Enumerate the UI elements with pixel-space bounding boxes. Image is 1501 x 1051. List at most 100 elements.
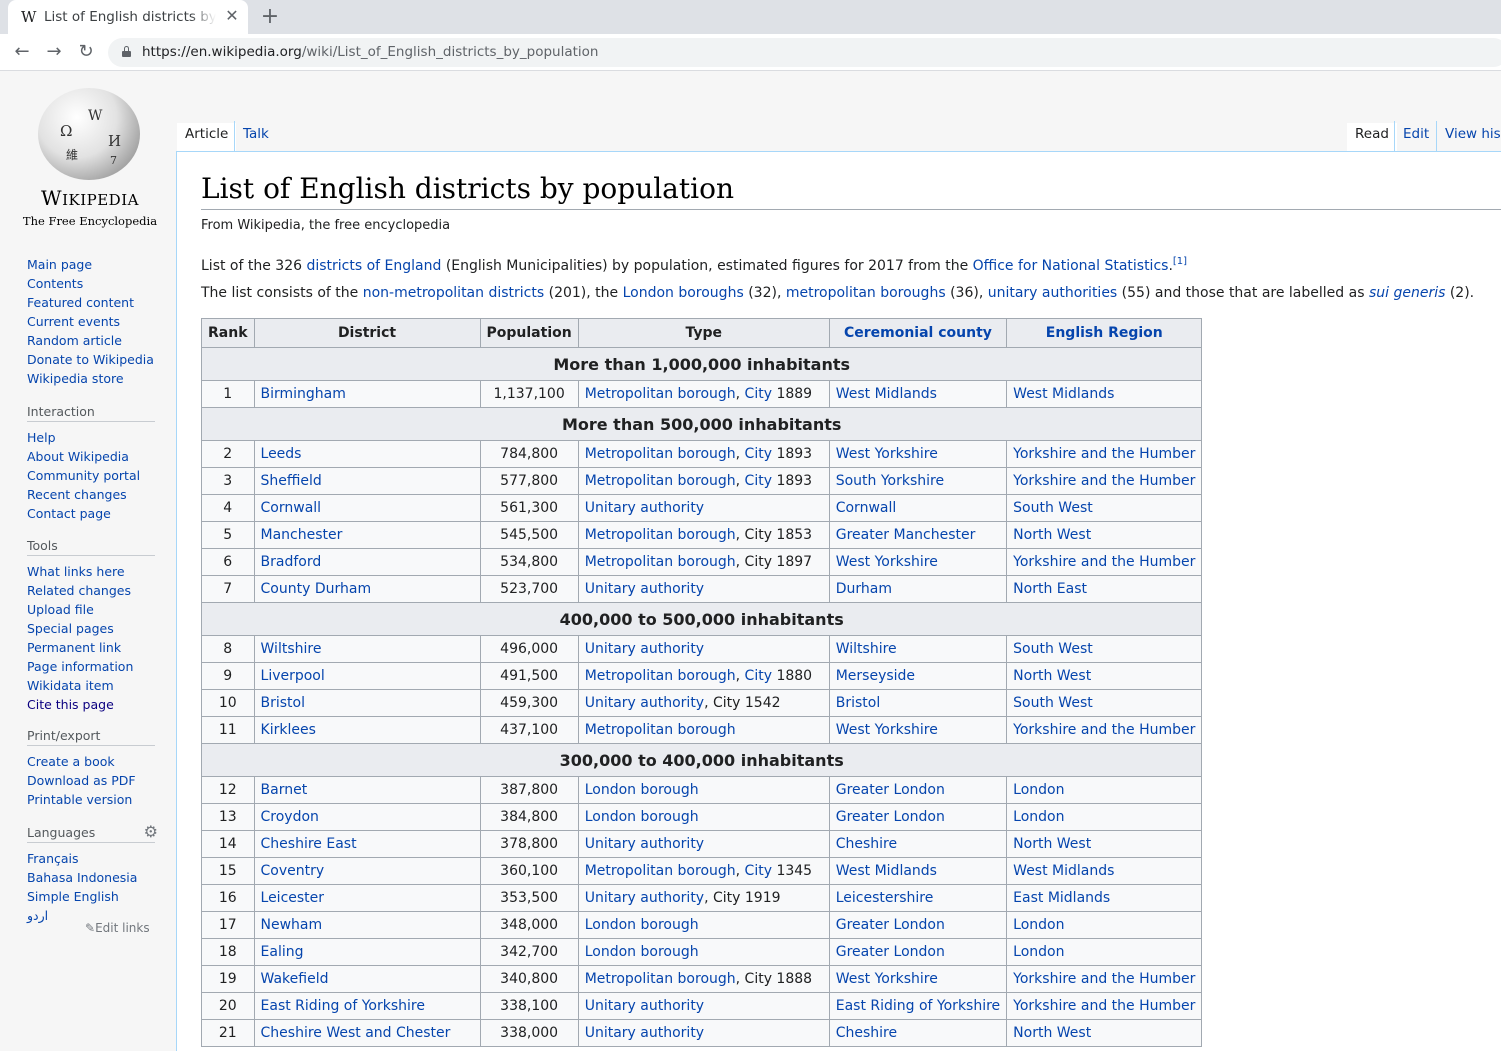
header-english-region[interactable]: English Region [1006, 318, 1203, 348]
sidebar-item-permanent-link[interactable]: Permanent link [27, 638, 155, 657]
reference-link[interactable]: [1] [1173, 256, 1187, 267]
sidebar-item-current-events[interactable]: Current events [27, 312, 155, 331]
sidebar-item-cite-this-page[interactable]: Cite this page [27, 695, 155, 714]
district-link[interactable]: Bristol [261, 695, 306, 711]
sidebar-item-featured-content[interactable]: Featured content [27, 293, 155, 312]
county-link[interactable]: South Yorkshire [836, 473, 944, 489]
district-link[interactable]: Sheffield [261, 473, 322, 489]
sidebar-link[interactable]: Help [27, 430, 56, 445]
region-link[interactable]: Yorkshire and the Humber [1013, 554, 1195, 570]
region-link[interactable]: North East [1013, 581, 1087, 597]
tab-read[interactable]: Read [1347, 123, 1397, 151]
type-link[interactable]: Unitary authority [585, 890, 704, 906]
district-link[interactable]: Cornwall [261, 500, 322, 516]
sidebar-item-random-article[interactable]: Random article [27, 331, 155, 350]
county-link[interactable]: Wiltshire [836, 641, 897, 657]
sidebar-item-about[interactable]: About Wikipedia [27, 447, 155, 466]
region-link[interactable]: East Midlands [1013, 890, 1110, 906]
type-link[interactable]: London borough [585, 782, 699, 798]
link-london-boroughs[interactable]: London boroughs [623, 285, 744, 301]
type-link[interactable]: London borough [585, 809, 699, 825]
link-ons[interactable]: Office for National Statistics [973, 258, 1169, 274]
sidebar-item-contents[interactable]: Contents [27, 274, 155, 293]
link-non-metropolitan-districts[interactable]: non-metropolitan districts [363, 285, 544, 301]
city-link[interactable]: City [745, 863, 772, 879]
language-link[interactable]: اردو [27, 908, 48, 923]
sidebar-item-page-information[interactable]: Page information [27, 657, 155, 676]
type-link[interactable]: Metropolitan borough [585, 473, 736, 489]
region-link[interactable]: London [1013, 944, 1064, 960]
reload-icon[interactable]: ↻ [74, 41, 98, 63]
back-arrow-icon[interactable]: ← [10, 41, 34, 63]
sidebar-item-related-changes[interactable]: Related changes [27, 581, 155, 600]
district-link[interactable]: Manchester [261, 527, 343, 543]
language-link[interactable]: Bahasa Indonesia [27, 870, 137, 885]
type-link[interactable]: Metropolitan borough [585, 863, 736, 879]
type-link[interactable]: Metropolitan borough [585, 971, 736, 987]
region-link[interactable]: Yorkshire and the Humber [1013, 998, 1195, 1014]
region-link[interactable]: South West [1013, 641, 1093, 657]
sidebar-link[interactable]: Current events [27, 314, 120, 329]
county-link[interactable]: Merseyside [836, 668, 915, 684]
county-link[interactable]: Greater London [836, 809, 945, 825]
county-link[interactable]: Durham [836, 581, 892, 597]
browser-tab[interactable]: W List of English districts by populatio… [8, 0, 248, 34]
region-link[interactable]: London [1013, 809, 1064, 825]
link-metropolitan-boroughs[interactable]: metropolitan boroughs [786, 285, 946, 301]
district-link[interactable]: Barnet [261, 782, 308, 798]
sidebar-link[interactable]: Wikipedia store [27, 371, 124, 386]
type-link[interactable]: Unitary authority [585, 581, 704, 597]
district-link[interactable]: Bradford [261, 554, 322, 570]
sidebar-item-store[interactable]: Wikipedia store [27, 369, 155, 388]
tab-edit[interactable]: Edit [1395, 123, 1437, 151]
sidebar-link[interactable]: What links here [27, 564, 125, 579]
sidebar-item-main-page[interactable]: Main page [27, 255, 155, 274]
sidebar-item-donate[interactable]: Donate to Wikipedia [27, 350, 155, 369]
sidebar-item-download-pdf[interactable]: Download as PDF [27, 771, 155, 790]
type-link[interactable]: Metropolitan borough [585, 554, 736, 570]
language-link[interactable]: Français [27, 851, 79, 866]
sidebar-item-wikidata-item[interactable]: Wikidata item [27, 676, 155, 695]
type-link[interactable]: Metropolitan borough [585, 446, 736, 462]
county-link[interactable]: Greater London [836, 917, 945, 933]
county-link[interactable]: West Yorkshire [836, 554, 938, 570]
district-link[interactable]: Leeds [261, 446, 302, 462]
city-link[interactable]: City [745, 386, 772, 402]
county-link[interactable]: West Yorkshire [836, 446, 938, 462]
city-link[interactable]: City [745, 446, 772, 462]
header-type[interactable]: Type [577, 318, 830, 348]
district-link[interactable]: Cheshire West and Chester [261, 1025, 451, 1041]
sidebar-link[interactable]: About Wikipedia [27, 449, 129, 464]
sidebar-item-community-portal[interactable]: Community portal [27, 466, 155, 485]
district-link[interactable]: Cheshire East [261, 836, 357, 852]
type-link[interactable]: Unitary authority [585, 695, 704, 711]
sidebar-link[interactable]: Random article [27, 333, 122, 348]
region-link[interactable]: West Midlands [1013, 863, 1114, 879]
language-link[interactable]: Simple English [27, 889, 119, 904]
type-link[interactable]: Unitary authority [585, 1025, 704, 1041]
county-link[interactable]: West Midlands [836, 386, 937, 402]
district-link[interactable]: Wiltshire [261, 641, 322, 657]
county-link[interactable]: Cheshire [836, 836, 897, 852]
region-link[interactable]: South West [1013, 500, 1093, 516]
type-link[interactable]: Metropolitan borough [585, 722, 736, 738]
edit-links[interactable]: ✎Edit links [85, 921, 150, 935]
sidebar-link[interactable]: Create a book [27, 754, 115, 769]
district-link[interactable]: Kirklees [261, 722, 316, 738]
county-link[interactable]: Bristol [836, 695, 881, 711]
region-link[interactable]: North West [1013, 668, 1091, 684]
sidebar-link[interactable]: Download as PDF [27, 773, 136, 788]
address-bar[interactable]: https://en.wikipedia.org/wiki/List_of_En… [108, 38, 1501, 67]
sidebar-item-printable-version[interactable]: Printable version [27, 790, 155, 809]
district-link[interactable]: Coventry [261, 863, 325, 879]
sidebar-item-lang-id[interactable]: Bahasa Indonesia [27, 868, 155, 887]
sidebar-link[interactable]: Related changes [27, 583, 131, 598]
region-link[interactable]: London [1013, 917, 1064, 933]
sidebar-item-what-links-here[interactable]: What links here [27, 562, 155, 581]
district-link[interactable]: Newham [261, 917, 323, 933]
sidebar-item-contact-page[interactable]: Contact page [27, 504, 155, 523]
type-link[interactable]: Metropolitan borough [585, 527, 736, 543]
sidebar-item-lang-fr[interactable]: Français [27, 849, 155, 868]
sidebar-link[interactable]: Contents [27, 276, 83, 291]
county-link[interactable]: West Yorkshire [836, 971, 938, 987]
